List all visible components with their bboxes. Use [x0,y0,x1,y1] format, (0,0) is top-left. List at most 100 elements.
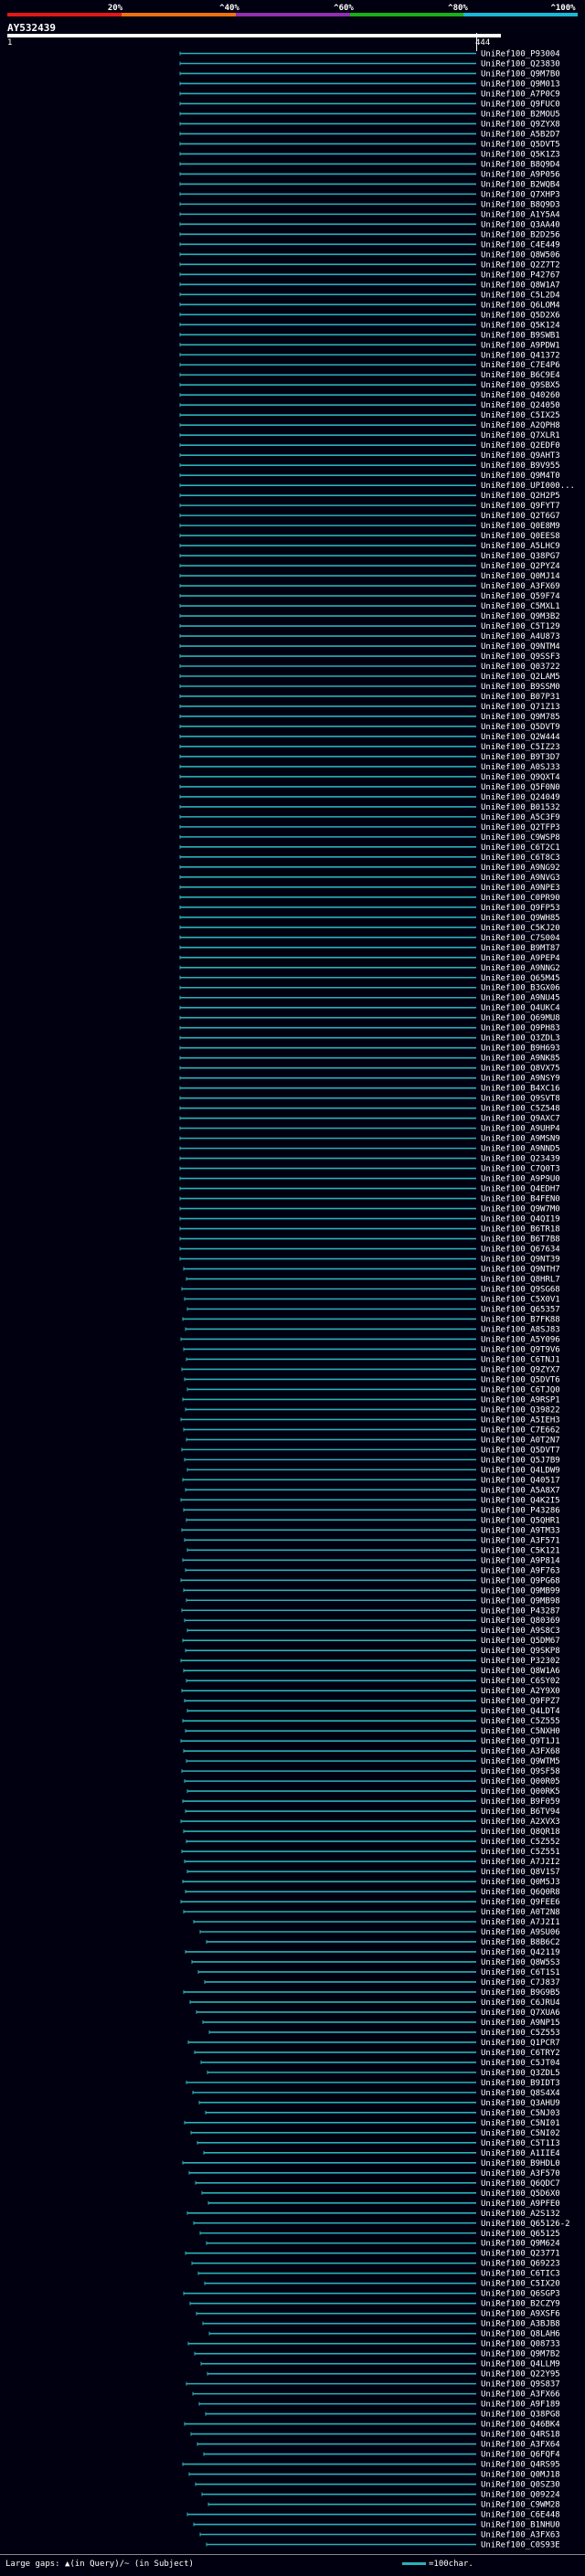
hit-row[interactable]: UniRef100_Q5DVT6 [184,1375,560,1384]
hit-row[interactable]: UniRef100_Q4UKC4 [179,1004,560,1013]
hit-row[interactable]: UniRef100_C5NI02 [190,2129,560,2138]
hit-label[interactable]: UniRef100_Q71Z13 [481,703,560,712]
hit-row[interactable]: UniRef100_B9F059 [182,1797,560,1807]
hit-label[interactable]: UniRef100_B9F059 [481,1797,560,1807]
hit-row[interactable]: UniRef100_Q00R05 [184,1777,560,1786]
hit-label[interactable]: UniRef100_Q9FEE6 [481,1898,560,1907]
hit-row[interactable]: UniRef100_Q9M013 [179,80,560,89]
hit-label[interactable]: UniRef100_A2S132 [481,2210,560,2219]
hit-label[interactable]: UniRef100_Q6FQF4 [481,2451,560,2460]
hit-row[interactable]: UniRef100_P93004 [179,49,560,58]
hit-row[interactable]: UniRef100_A7P0C9 [179,90,560,99]
hit-row[interactable]: UniRef100_B9V955 [179,461,560,471]
hit-label[interactable]: UniRef100_C9WSP8 [481,833,560,843]
hit-label[interactable]: UniRef100_B7FK88 [481,1315,560,1324]
hit-row[interactable]: UniRef100_Q03722 [179,663,560,672]
hit-label[interactable]: UniRef100_A3FX66 [481,2390,560,2400]
hit-label[interactable]: UniRef100_A9RSP1 [481,1395,560,1405]
hit-label[interactable]: UniRef100_Q2Z7T2 [481,260,560,270]
hit-label[interactable]: UniRef100_Q59F74 [481,592,560,601]
hit-row[interactable]: UniRef100_B9IDT3 [186,2079,560,2088]
hit-label[interactable]: UniRef100_Q00R05 [481,1777,560,1786]
hit-label[interactable]: UniRef100_A9NVG3 [481,874,560,883]
hit-row[interactable]: UniRef100_Q9MB99 [183,1586,560,1595]
hit-label[interactable]: UniRef100_C6TIC3 [481,2270,560,2279]
hit-label[interactable]: UniRef100_C6TRY2 [481,2049,560,2058]
hit-label[interactable]: UniRef100_P32302 [481,1657,560,1666]
hit-label[interactable]: UniRef100_Q9SKP8 [481,1647,560,1656]
hit-label[interactable]: UniRef100_Q5K124 [481,321,560,330]
hit-row[interactable]: UniRef100_Q9M624 [206,2240,560,2249]
hit-row[interactable]: UniRef100_Q71Z13 [179,703,560,712]
hit-label[interactable]: UniRef100_Q0M5J3 [481,1878,560,1887]
hit-row[interactable]: UniRef100_C5L2D4 [179,291,560,300]
hit-row[interactable]: UniRef100_A9PDW1 [179,341,560,350]
hit-row[interactable]: UniRef100_Q9FUC0 [179,100,560,109]
hit-row[interactable]: UniRef100_C6T8C3 [179,853,560,863]
hit-row[interactable]: UniRef100_Q5F0N0 [179,783,560,792]
hit-label[interactable]: UniRef100_Q9M7B0 [481,69,560,79]
hit-label[interactable]: UniRef100_A1Y5A4 [481,210,560,219]
hit-label[interactable]: UniRef100_C6SY02 [481,1677,560,1686]
hit-row[interactable]: UniRef100_A9NND5 [179,1145,560,1154]
hit-label[interactable]: UniRef100_Q5QHR1 [481,1516,560,1525]
hit-label[interactable]: UniRef100_B6T7B8 [481,1235,560,1245]
hit-label[interactable]: UniRef100_C6TNJ1 [481,1355,560,1364]
hit-row[interactable]: UniRef100_Q0M5J3 [182,1878,560,1887]
hit-row[interactable]: UniRef100_B9G9B5 [183,1988,560,1998]
hit-label[interactable]: UniRef100_Q9T1J1 [481,1737,560,1746]
hit-label[interactable]: UniRef100_A9NNG2 [481,964,560,973]
hit-row[interactable]: UniRef100_Q2TFP3 [179,823,560,832]
hit-label[interactable]: UniRef100_A9PEP4 [481,954,560,963]
hit-label[interactable]: UniRef100_C7Q0T3 [481,1165,560,1174]
hit-label[interactable]: UniRef100_A3F570 [481,2169,560,2178]
hit-label[interactable]: UniRef100_Q67634 [481,1246,560,1255]
hit-label[interactable]: UniRef100_A9PDW1 [481,341,560,350]
hit-row[interactable]: UniRef100_A2QPH8 [179,421,560,430]
hit-row[interactable]: UniRef100_A4U873 [179,632,560,641]
hit-label[interactable]: UniRef100_Q8VX75 [481,1065,560,1074]
hit-label[interactable]: UniRef100_B9MT87 [481,944,560,953]
hit-row[interactable]: UniRef100_Q9PH83 [179,1024,560,1034]
hit-label[interactable]: UniRef100_Q8S4X4 [481,2089,560,2098]
hit-row[interactable]: UniRef100_Q67634 [179,1246,560,1255]
hit-row[interactable]: UniRef100_A9UHP4 [179,1125,560,1134]
hit-row[interactable]: UniRef100_Q5K1Z3 [179,150,560,159]
hit-row[interactable]: UniRef100_Q9FP53 [179,904,560,913]
hit-label[interactable]: UniRef100_A9NND5 [481,1145,560,1154]
hit-label[interactable]: UniRef100_A0SJ33 [481,763,560,772]
hit-label[interactable]: UniRef100_Q5J7B9 [481,1456,560,1465]
hit-label[interactable]: UniRef100_Q9NTH7 [481,1266,560,1275]
hit-row[interactable]: UniRef100_C6TJQ0 [186,1385,560,1394]
hit-label[interactable]: UniRef100_B9SSM0 [481,683,560,692]
hit-row[interactable]: UniRef100_B9T3D7 [179,753,560,762]
hit-label[interactable]: UniRef100_Q5K1Z3 [481,150,560,159]
hit-label[interactable]: UniRef100_B4XC16 [481,1085,560,1094]
hit-row[interactable]: UniRef100_Q5DVT7 [181,1446,560,1455]
hit-row[interactable]: UniRef100_A5Y096 [180,1335,560,1344]
hit-row[interactable]: UniRef100_Q9FYT7 [179,502,560,511]
hit-row[interactable]: UniRef100_A9S8C3 [186,1627,560,1636]
hit-label[interactable]: UniRef100_Q8W5S3 [481,1958,560,1967]
hit-label[interactable]: UniRef100_C5Z555 [481,1717,560,1726]
hit-label[interactable]: UniRef100_Q5DVT5 [481,140,560,149]
hit-row[interactable]: UniRef100_A9P9U0 [179,1175,560,1184]
hit-label[interactable]: UniRef100_C5IX25 [481,411,560,420]
hit-row[interactable]: UniRef100_Q6QDC7 [195,2179,560,2189]
hit-label[interactable]: UniRef100_Q69MU8 [481,1014,560,1023]
hit-row[interactable]: UniRef100_Q09224 [201,2491,560,2500]
hit-row[interactable]: UniRef100_C9WM28 [207,2501,560,2510]
hit-row[interactable]: UniRef100_Q9WH85 [179,914,560,923]
hit-row[interactable]: UniRef100_B9MT87 [179,944,560,953]
hit-row[interactable]: UniRef100_Q7XLR1 [179,431,560,440]
hit-row[interactable]: UniRef100_Q2PYZ4 [179,562,560,571]
hit-label[interactable]: UniRef100_Q8QR18 [481,1828,560,1837]
hit-label[interactable]: UniRef100_Q8LAH6 [481,2330,560,2339]
hit-row[interactable]: UniRef100_Q9M7B0 [179,69,560,79]
hit-row[interactable]: UniRef100_Q8W1A6 [183,1667,560,1676]
hit-row[interactable]: UniRef100_Q5D6X0 [201,2189,560,2199]
hit-label[interactable]: UniRef100_Q46BK4 [481,2421,560,2430]
hit-label[interactable]: UniRef100_Q40260 [481,391,560,400]
hit-row[interactable]: UniRef100_A9F763 [185,1566,560,1575]
hit-row[interactable]: UniRef100_B9SSM0 [179,683,560,692]
